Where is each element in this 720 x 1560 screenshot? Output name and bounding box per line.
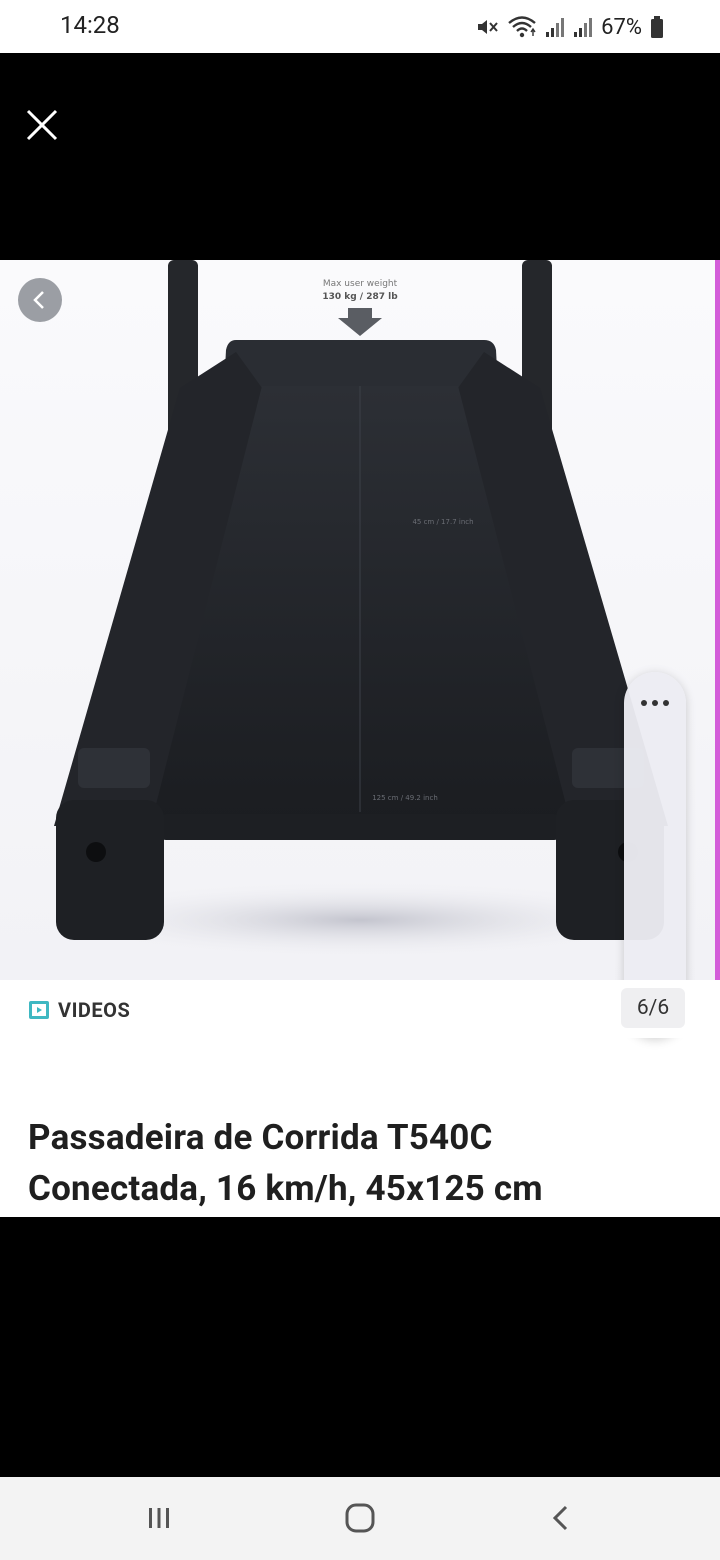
video-icon (29, 1001, 49, 1019)
videos-bar: VIDEOS 6/6 (0, 980, 715, 1038)
home-icon (345, 1503, 375, 1533)
more-horizontal-icon (663, 700, 669, 706)
previous-image-button[interactable] (18, 278, 62, 322)
treadmill-illustration: Max user weight 130 kg / 287 lb 45 cm / … (30, 260, 690, 960)
wifi-icon (508, 16, 536, 38)
max-weight-title: Max user weight (323, 279, 398, 289)
battery-icon (651, 16, 663, 38)
accent-edge (715, 260, 720, 980)
max-weight-value: 130 kg / 287 lb (322, 292, 398, 302)
recents-button[interactable] (134, 1495, 184, 1541)
battery-percent: 67% (601, 14, 642, 40)
videos-link[interactable]: VIDEOS (28, 998, 130, 1022)
product-title-line1: Passadeira de Corrida T540C (28, 1117, 493, 1158)
more-horizontal-icon (641, 700, 647, 706)
navigation-bar (0, 1477, 720, 1560)
belt-width-label: 45 cm / 17.7 inch (412, 518, 473, 526)
close-button[interactable] (22, 105, 62, 145)
product-title: Passadeira de Corrida T540C Conectada, 1… (28, 1112, 708, 1214)
close-icon (26, 109, 58, 141)
more-horizontal-icon (652, 700, 658, 706)
viewer-header (0, 53, 720, 260)
signal-icon (546, 18, 565, 37)
product-title-line2: Conectada, 16 km/h, 45x125 cm (28, 1168, 543, 1209)
more-button[interactable] (624, 688, 686, 718)
signal-icon (574, 18, 593, 37)
back-button[interactable] (536, 1495, 586, 1541)
videos-label: VIDEOS (58, 998, 131, 1022)
image-counter: 6/6 (621, 988, 685, 1028)
mute-icon (478, 20, 498, 34)
back-icon (552, 1505, 568, 1531)
home-button[interactable] (335, 1495, 385, 1541)
belt-length-label: 125 cm / 49.2 inch (372, 794, 438, 802)
chevron-left-icon (33, 291, 44, 309)
product-image: Max user weight 130 kg / 287 lb 45 cm / … (0, 260, 720, 980)
status-time: 14:28 (60, 11, 120, 39)
recents-icon (149, 1508, 169, 1528)
viewer-footer (0, 1217, 720, 1477)
status-icons: 67% (475, 12, 664, 42)
shared-screenshot: Max user weight 130 kg / 287 lb 45 cm / … (0, 260, 720, 1217)
status-bar: 14:28 67% (0, 0, 720, 53)
